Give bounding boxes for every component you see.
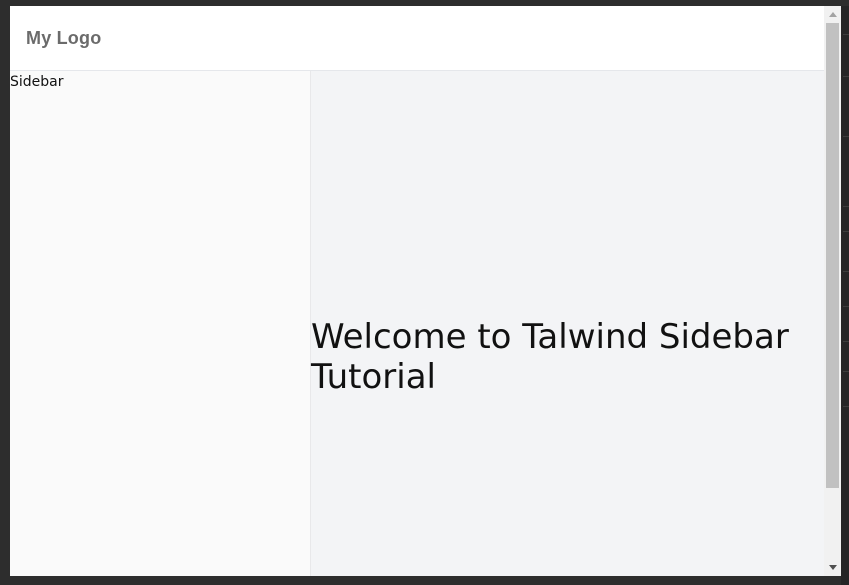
sidebar: Sidebar [10, 71, 311, 576]
chevron-up-icon [828, 12, 837, 17]
top-navbar: My Logo [10, 6, 824, 71]
window-frame: My Logo Sidebar Welcome to Talwind Sideb… [0, 0, 849, 585]
scroll-down-button[interactable] [824, 559, 841, 576]
scrollbar-thumb[interactable] [826, 23, 839, 488]
vertical-scrollbar[interactable] [824, 6, 841, 576]
sidebar-label: Sidebar [10, 74, 64, 90]
main-content: Welcome to Talwind Sidebar Tutorial [311, 71, 824, 576]
page-content: My Logo Sidebar Welcome to Talwind Sideb… [10, 6, 824, 576]
chevron-down-icon [828, 565, 837, 570]
welcome-heading: Welcome to Talwind Sidebar Tutorial [311, 317, 789, 397]
browser-viewport: My Logo Sidebar Welcome to Talwind Sideb… [10, 6, 841, 576]
scroll-up-button[interactable] [824, 6, 841, 23]
logo[interactable]: My Logo [26, 28, 101, 49]
window-right-edge [841, 6, 849, 585]
